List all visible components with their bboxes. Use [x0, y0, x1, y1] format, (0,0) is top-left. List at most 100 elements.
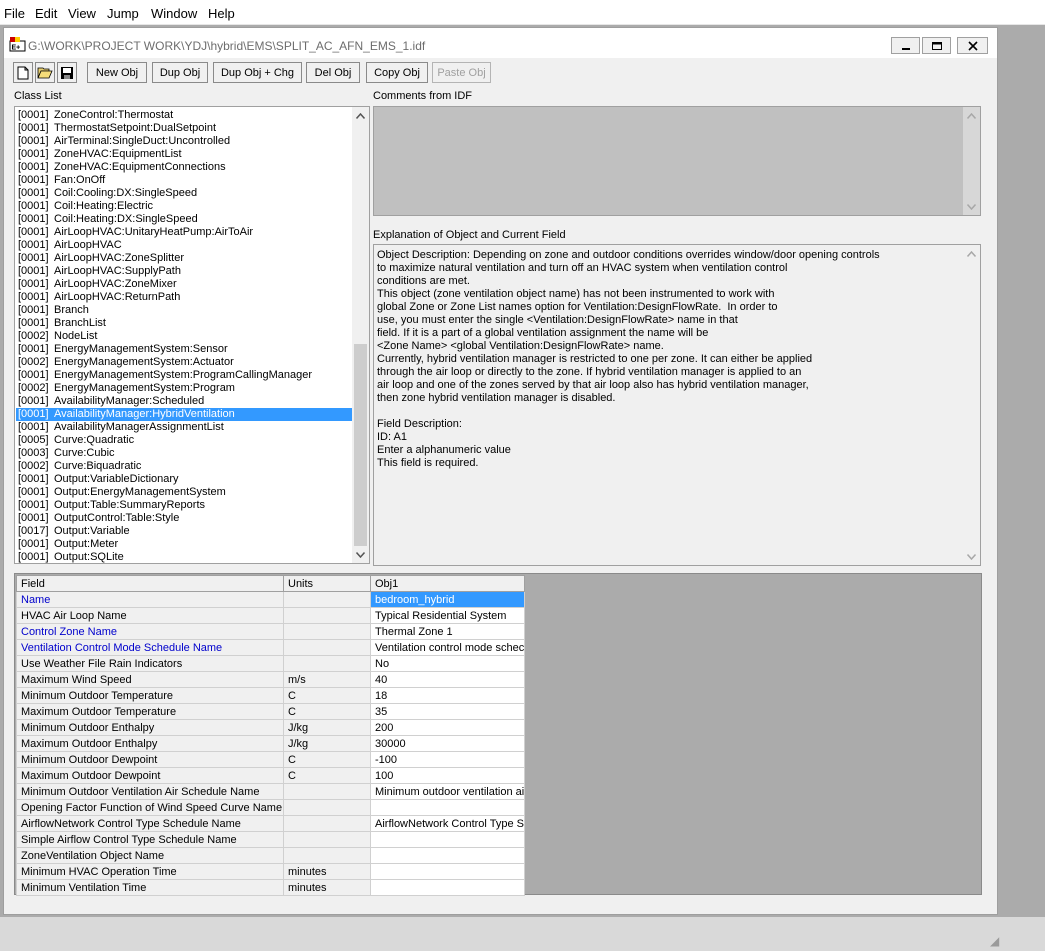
class-list-item[interactable]: [0001] Coil:Heating:DX:SingleSpeed: [16, 213, 352, 226]
field-name-cell[interactable]: Opening Factor Function of Wind Speed Cu…: [16, 799, 284, 816]
field-name-cell[interactable]: Maximum Wind Speed: [16, 671, 284, 688]
grid-row[interactable]: Name bedroom_hybrid: [16, 591, 526, 608]
new-file-button[interactable]: [13, 62, 33, 83]
class-list-item[interactable]: [0001] AirLoopHVAC:ZoneSplitter: [16, 252, 352, 265]
scroll-up-arrow[interactable]: [352, 107, 369, 124]
grid-row[interactable]: Minimum Ventilation Time minutes: [16, 879, 526, 896]
field-value-cell[interactable]: 40: [369, 671, 526, 688]
class-list-item[interactable]: [0001] Branch: [16, 304, 352, 317]
class-list-item[interactable]: [0001] AirLoopHVAC: [16, 239, 352, 252]
class-list-item[interactable]: [0001] ZoneControl:Thermostat: [16, 109, 352, 122]
class-list-item[interactable]: [0001] Output:Meter: [16, 538, 352, 551]
field-value-cell[interactable]: 100: [369, 767, 526, 784]
class-list-item[interactable]: [0001] Output:VariableDictionary: [16, 473, 352, 486]
grid-row[interactable]: Minimum HVAC Operation Time minutes: [16, 863, 526, 880]
field-value-cell[interactable]: [369, 847, 526, 864]
close-button[interactable]: [957, 37, 988, 54]
class-list-item[interactable]: [0001] EnergyManagementSystem:ProgramCall…: [16, 369, 352, 382]
field-value-cell[interactable]: [369, 879, 526, 896]
class-list-item[interactable]: [0003] Curve:Cubic: [16, 447, 352, 460]
class-list-item[interactable]: [0001] EnergyManagementSystem:Sensor: [16, 343, 352, 356]
field-value-cell[interactable]: [369, 831, 526, 848]
class-list-item[interactable]: [0001] AvailabilityManagerAssignmentList: [16, 421, 352, 434]
field-grid[interactable]: Field Units Obj1 Name bedroom_hybrid HVAC …: [16, 575, 526, 896]
class-list-item[interactable]: [0001] Coil:Heating:Electric: [16, 200, 352, 213]
class-list-item[interactable]: [0001] ZoneHVAC:EquipmentList: [16, 148, 352, 161]
grid-row[interactable]: Minimum Outdoor Temperature C 18: [16, 687, 526, 704]
grid-row[interactable]: Minimum Outdoor Dewpoint C -100: [16, 751, 526, 768]
class-list-item[interactable]: [0001] OutputControl:Table:Style: [16, 512, 352, 525]
grid-row[interactable]: Maximum Outdoor Dewpoint C 100: [16, 767, 526, 784]
field-value-cell[interactable]: Thermal Zone 1: [369, 623, 526, 640]
menu-file[interactable]: File: [4, 6, 25, 21]
class-list-item[interactable]: [0001] ZoneHVAC:EquipmentConnections: [16, 161, 352, 174]
field-name-cell[interactable]: ZoneVentilation Object Name: [16, 847, 284, 864]
grid-row[interactable]: ZoneVentilation Object Name: [16, 847, 526, 864]
menu-jump[interactable]: Jump: [107, 6, 139, 21]
class-list-item[interactable]: [0001] Output:EnergyManagementSystem: [16, 486, 352, 499]
restore-button[interactable]: [922, 37, 951, 54]
grid-row[interactable]: HVAC Air Loop Name Typical Residential Sy…: [16, 607, 526, 624]
field-name-cell[interactable]: Use Weather File Rain Indicators: [16, 655, 284, 672]
new-obj-button[interactable]: New Obj: [87, 62, 147, 83]
field-value-cell[interactable]: AirflowNetwork Control Type S: [369, 815, 526, 832]
minimize-button[interactable]: [891, 37, 920, 54]
field-value-cell[interactable]: bedroom_hybrid: [369, 591, 526, 608]
class-list-item[interactable]: [0002] EnergyManagementSystem:Actuator: [16, 356, 352, 369]
class-list-item[interactable]: [0001] Output:Table:SummaryReports: [16, 499, 352, 512]
grid-row[interactable]: Maximum Wind Speed m/s 40: [16, 671, 526, 688]
dup-obj-chg-button[interactable]: Dup Obj + Chg: [213, 62, 302, 83]
class-list-item[interactable]: [0005] Curve:Quadratic: [16, 434, 352, 447]
field-value-cell[interactable]: [369, 799, 526, 816]
field-name-cell[interactable]: HVAC Air Loop Name: [16, 607, 284, 624]
class-list-item[interactable]: [0001] Coil:Cooling:DX:SingleSpeed: [16, 187, 352, 200]
class-list-item[interactable]: [0001] AirLoopHVAC:UnitaryHeatPump:AirToA…: [16, 226, 352, 239]
class-list-item[interactable]: [0001] AvailabilityManager:Scheduled: [16, 395, 352, 408]
class-list-item[interactable]: [0001] AirLoopHVAC:ZoneMixer: [16, 278, 352, 291]
window-titlebar[interactable]: E+ G:\WORK\PROJECT WORK\YDJ\hybrid\EMS\S…: [4, 28, 997, 58]
menu-help[interactable]: Help: [208, 6, 235, 21]
grid-row[interactable]: AirflowNetwork Control Type Schedule Nam…: [16, 815, 526, 832]
field-name-cell[interactable]: AirflowNetwork Control Type Schedule Nam…: [16, 815, 284, 832]
scroll-down-arrow[interactable]: [352, 546, 369, 563]
class-list-item[interactable]: [0002] Curve:Biquadratic: [16, 460, 352, 473]
menu-window[interactable]: Window: [151, 6, 197, 21]
class-list-item[interactable]: [0002] EnergyManagementSystem:Program: [16, 382, 352, 395]
field-name-cell[interactable]: Minimum Outdoor Enthalpy: [16, 719, 284, 736]
field-name-cell[interactable]: Name: [16, 591, 284, 608]
save-file-button[interactable]: [57, 62, 77, 83]
resize-grip-icon[interactable]: ◢: [990, 934, 1002, 948]
field-value-cell[interactable]: 18: [369, 687, 526, 704]
class-list-item[interactable]: [0001] Fan:OnOff: [16, 174, 352, 187]
field-name-cell[interactable]: Ventilation Control Mode Schedule Name: [16, 639, 284, 656]
open-file-button[interactable]: [35, 62, 55, 83]
field-value-cell[interactable]: Ventilation control mode schec: [369, 639, 526, 656]
field-value-cell[interactable]: Typical Residential System: [369, 607, 526, 624]
class-list-item[interactable]: [0001] AirLoopHVAC:SupplyPath: [16, 265, 352, 278]
class-list-item[interactable]: [0001] AvailabilityManager:HybridVentilat…: [16, 408, 352, 421]
obj1-column-header[interactable]: Obj1: [369, 575, 526, 592]
dup-obj-button[interactable]: Dup Obj: [152, 62, 208, 83]
class-list-item[interactable]: [0001] AirLoopHVAC:ReturnPath: [16, 291, 352, 304]
class-list-item[interactable]: [0001] AirTerminal:SingleDuct:Uncontrolle…: [16, 135, 352, 148]
class-list-item[interactable]: [0001] BranchList: [16, 317, 352, 330]
field-name-cell[interactable]: Maximum Outdoor Dewpoint: [16, 767, 284, 784]
grid-row[interactable]: Use Weather File Rain Indicators No: [16, 655, 526, 672]
grid-row[interactable]: Control Zone Name Thermal Zone 1: [16, 623, 526, 640]
field-name-cell[interactable]: Minimum Outdoor Dewpoint: [16, 751, 284, 768]
class-list[interactable]: [0001] ZoneControl:Thermostat [0001] Thermo…: [14, 106, 370, 564]
comments-box[interactable]: [373, 106, 981, 216]
field-name-cell[interactable]: Minimum Ventilation Time: [16, 879, 284, 896]
field-value-cell[interactable]: Minimum outdoor ventilation ai: [369, 783, 526, 800]
grid-row[interactable]: Maximum Outdoor Temperature C 35: [16, 703, 526, 720]
class-list-item[interactable]: [0017] Output:Variable: [16, 525, 352, 538]
class-list-scrollbar[interactable]: [352, 107, 369, 563]
field-name-cell[interactable]: Maximum Outdoor Temperature: [16, 703, 284, 720]
copy-obj-button[interactable]: Copy Obj: [366, 62, 428, 83]
field-value-cell[interactable]: 30000: [369, 735, 526, 752]
class-list-item[interactable]: [0002] NodeList: [16, 330, 352, 343]
menu-edit[interactable]: Edit: [35, 6, 57, 21]
menu-view[interactable]: View: [68, 6, 96, 21]
field-name-cell[interactable]: Minimum Outdoor Temperature: [16, 687, 284, 704]
class-list-item[interactable]: [0001] Output:SQLite: [16, 551, 352, 563]
